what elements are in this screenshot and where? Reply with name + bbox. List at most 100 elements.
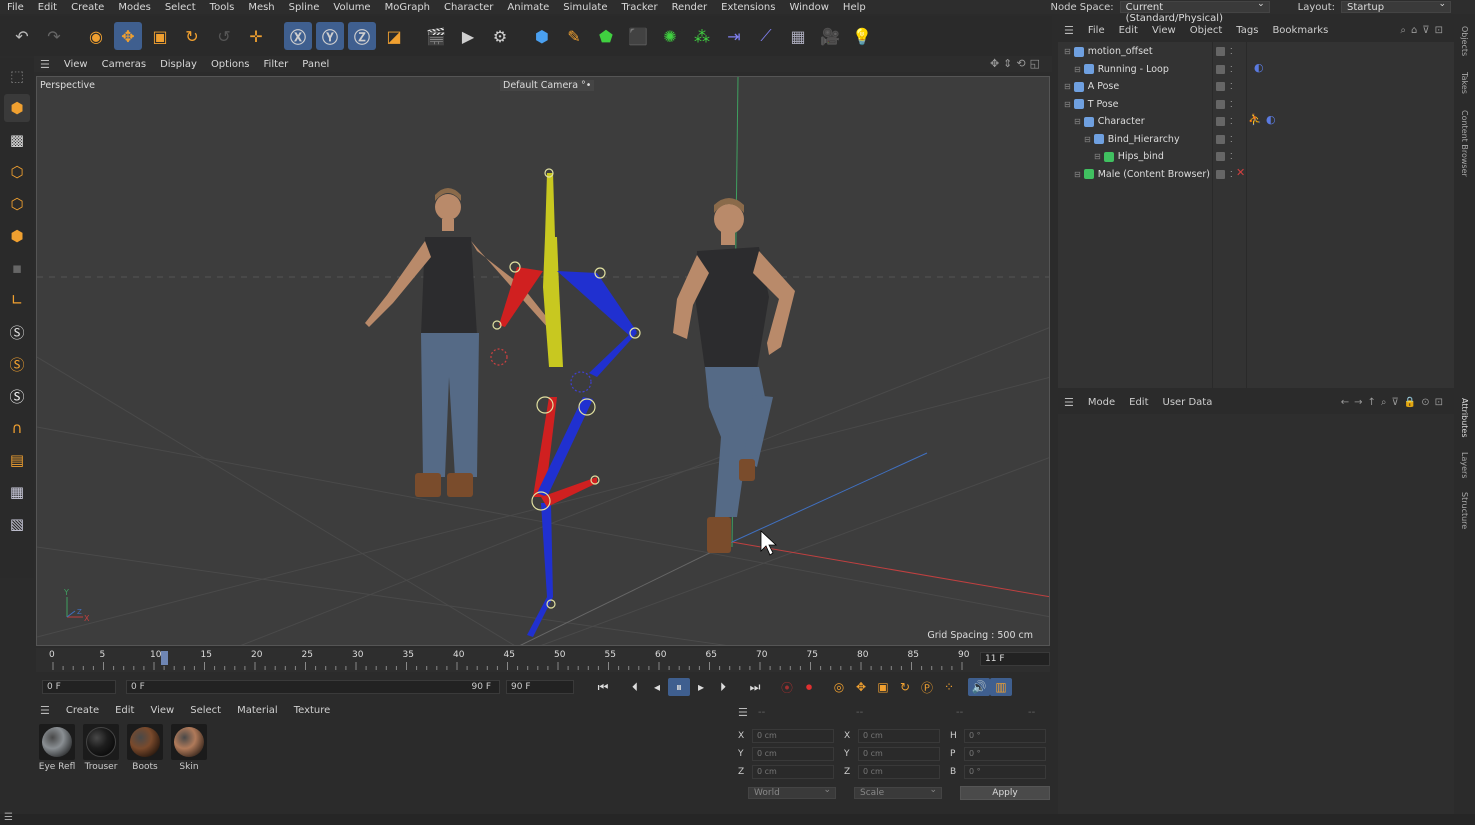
timeline-window-icon[interactable]: ▥ bbox=[990, 678, 1012, 696]
light-icon[interactable]: 💡 bbox=[848, 22, 876, 50]
object-row[interactable]: ⊟ motion_offset ⁚ bbox=[1058, 43, 1454, 60]
key-pla-icon[interactable]: ⁘ bbox=[938, 678, 960, 696]
tab-objects[interactable]: Objects bbox=[1460, 26, 1469, 56]
snap-white-icon[interactable]: Ⓢ bbox=[4, 382, 30, 410]
objects-menu-object[interactable]: Object bbox=[1190, 25, 1223, 36]
render-view-icon[interactable]: 🎬 bbox=[422, 22, 450, 50]
menu-select[interactable]: Select bbox=[158, 2, 203, 13]
objects-menu-file[interactable]: File bbox=[1088, 25, 1105, 36]
expand-toggle-icon[interactable]: ⊟ bbox=[1064, 82, 1071, 91]
visibility-dots-icon[interactable]: ⁚ bbox=[1230, 65, 1233, 74]
position-z-field[interactable]: 0 cm bbox=[752, 765, 834, 779]
menu-tools[interactable]: Tools bbox=[203, 2, 242, 13]
go-to-end-icon[interactable]: ⏭ bbox=[744, 678, 766, 696]
object-row[interactable]: ⊟ A Pose ⁚ bbox=[1058, 78, 1454, 95]
tab-content-browser[interactable]: Content Browser bbox=[1460, 110, 1469, 177]
play-back-icon[interactable]: ◂ bbox=[646, 678, 668, 696]
menu-create[interactable]: Create bbox=[64, 2, 111, 13]
keyframe-selection-icon[interactable]: ◎ bbox=[828, 678, 850, 696]
extrude-icon[interactable]: ⬛ bbox=[624, 22, 652, 50]
play-forward-icon[interactable]: ▸ bbox=[690, 678, 712, 696]
workplane-icon[interactable]: ▤ bbox=[4, 446, 30, 474]
layer-checkbox-icon[interactable] bbox=[1216, 152, 1225, 161]
expand-toggle-icon[interactable]: ⊟ bbox=[1064, 47, 1071, 56]
menu-tracker[interactable]: Tracker bbox=[614, 2, 664, 13]
objects-menu-tags[interactable]: Tags bbox=[1236, 25, 1258, 36]
current-frame-field[interactable]: 11 F bbox=[980, 652, 1050, 666]
point-mode-icon[interactable]: ⬡ bbox=[4, 158, 30, 186]
expand-toggle-icon[interactable]: ⊟ bbox=[1074, 170, 1081, 179]
playhead[interactable] bbox=[161, 651, 169, 665]
material-menu-edit[interactable]: Edit bbox=[115, 705, 134, 716]
edge-mode-icon[interactable]: ⬡ bbox=[4, 190, 30, 218]
expand-toggle-icon[interactable]: ⊟ bbox=[1094, 152, 1101, 161]
object-row[interactable]: ⊟ Male (Content Browser) ⁚ bbox=[1058, 166, 1454, 183]
default-camera-label[interactable]: Default Camera °• bbox=[500, 80, 595, 91]
tab-takes[interactable]: Takes bbox=[1460, 72, 1469, 94]
coordinate-system-icon[interactable]: ◪ bbox=[380, 22, 408, 50]
viewport-menu-cameras[interactable]: Cameras bbox=[102, 59, 146, 70]
scale-tool-icon[interactable]: ▣ bbox=[146, 22, 174, 50]
viewport-menu-display[interactable]: Display bbox=[160, 59, 197, 70]
menu-edit[interactable]: Edit bbox=[31, 2, 64, 13]
coordinate-system-dropdown[interactable]: World bbox=[748, 785, 836, 799]
skeleton-rig[interactable] bbox=[490, 168, 641, 637]
attributes-toolbar-icons[interactable]: ←→↑⌕⊽🔒⊙⊡ bbox=[1341, 397, 1448, 408]
visibility-dots-icon[interactable]: ⁚ bbox=[1230, 170, 1233, 179]
layer-checkbox-icon[interactable] bbox=[1216, 117, 1225, 126]
floor-icon[interactable]: ▦ bbox=[784, 22, 812, 50]
field-icon[interactable]: ⟋ bbox=[752, 22, 780, 50]
cloner-icon[interactable]: ⁂ bbox=[688, 22, 716, 50]
camera-icon[interactable]: 🎥 bbox=[816, 22, 844, 50]
recent-tool-icon[interactable]: ↺ bbox=[210, 22, 238, 50]
layer-checkbox-icon[interactable] bbox=[1216, 134, 1225, 144]
material-boots[interactable]: Boots bbox=[126, 724, 164, 814]
pause-icon[interactable]: ⏸ bbox=[668, 678, 690, 696]
objects-hamburger-icon[interactable]: ☰ bbox=[1064, 24, 1074, 37]
coords-hamburger-icon[interactable]: ☰ bbox=[738, 706, 748, 719]
menu-animate[interactable]: Animate bbox=[500, 2, 556, 13]
range-slider[interactable]: 0 F 90 F bbox=[126, 680, 500, 694]
subdivision-icon[interactable]: ⬟ bbox=[592, 22, 620, 50]
step-back-icon[interactable]: ⏴ bbox=[624, 678, 646, 696]
menu-extensions[interactable]: Extensions bbox=[714, 2, 782, 13]
t-pose-figure[interactable] bbox=[365, 188, 553, 497]
character-tag-icon[interactable]: ⛹ bbox=[1248, 113, 1262, 126]
visibility-dots-icon[interactable]: ⁚ bbox=[1230, 135, 1233, 144]
menu-spline[interactable]: Spline bbox=[282, 2, 327, 13]
key-param-icon[interactable]: Ⓟ bbox=[916, 678, 938, 696]
texture-mode-icon[interactable]: ▩ bbox=[4, 126, 30, 154]
cube-icon[interactable]: ⬢ bbox=[528, 22, 556, 50]
start-frame-field[interactable]: 0 F bbox=[42, 680, 116, 694]
layer-checkbox-icon[interactable] bbox=[1216, 64, 1225, 74]
layer-checkbox-icon[interactable] bbox=[1216, 99, 1225, 109]
menu-character[interactable]: Character bbox=[437, 2, 500, 13]
end-frame-field[interactable]: 90 F bbox=[506, 680, 574, 694]
timeline-ruler[interactable]: 0 5 10 15 20 25 30 35 40 45 50 55 60 65 70 75 80 85 90 11 … bbox=[36, 648, 1050, 672]
redo-icon[interactable]: ↷ bbox=[40, 22, 68, 50]
rotation-p-field[interactable]: 0 ° bbox=[964, 747, 1046, 761]
material-hamburger-icon[interactable]: ☰ bbox=[40, 704, 50, 717]
delete-tag-icon[interactable]: ✕ bbox=[1236, 166, 1245, 179]
make-editable-icon[interactable]: ⬚ bbox=[4, 62, 30, 90]
sound-icon[interactable]: 🔊 bbox=[968, 678, 990, 696]
menu-simulate[interactable]: Simulate bbox=[556, 2, 614, 13]
go-to-start-icon[interactable]: ⏮ bbox=[592, 678, 614, 696]
attributes-menu-edit[interactable]: Edit bbox=[1129, 397, 1148, 408]
objects-menu-view[interactable]: View bbox=[1152, 25, 1176, 36]
viewport-menu-filter[interactable]: Filter bbox=[264, 59, 289, 70]
lock-workplane-icon[interactable]: ▧ bbox=[4, 510, 30, 538]
y-axis-icon[interactable]: Ⓨ bbox=[316, 22, 344, 50]
rotation-b-field[interactable]: 0 ° bbox=[964, 765, 1046, 779]
3d-viewport[interactable]: Y X Z Perspective Default Camera °• Grid… bbox=[36, 76, 1050, 646]
key-rotation-icon[interactable]: ↻ bbox=[894, 678, 916, 696]
axis-mode-icon[interactable]: ∟ bbox=[4, 286, 30, 314]
menu-modes[interactable]: Modes bbox=[111, 2, 157, 13]
expand-toggle-icon[interactable]: ⊟ bbox=[1064, 100, 1071, 109]
object-row[interactable]: ⊟ Hips_bind ⁚ bbox=[1058, 148, 1454, 165]
render-settings-icon[interactable]: ⚙ bbox=[486, 22, 514, 50]
render-picture-viewer-icon[interactable]: ▶ bbox=[454, 22, 482, 50]
material-menu-material[interactable]: Material bbox=[237, 705, 278, 716]
snap-icon[interactable]: Ⓢ bbox=[4, 318, 30, 346]
z-axis-icon[interactable]: Ⓩ bbox=[348, 22, 376, 50]
